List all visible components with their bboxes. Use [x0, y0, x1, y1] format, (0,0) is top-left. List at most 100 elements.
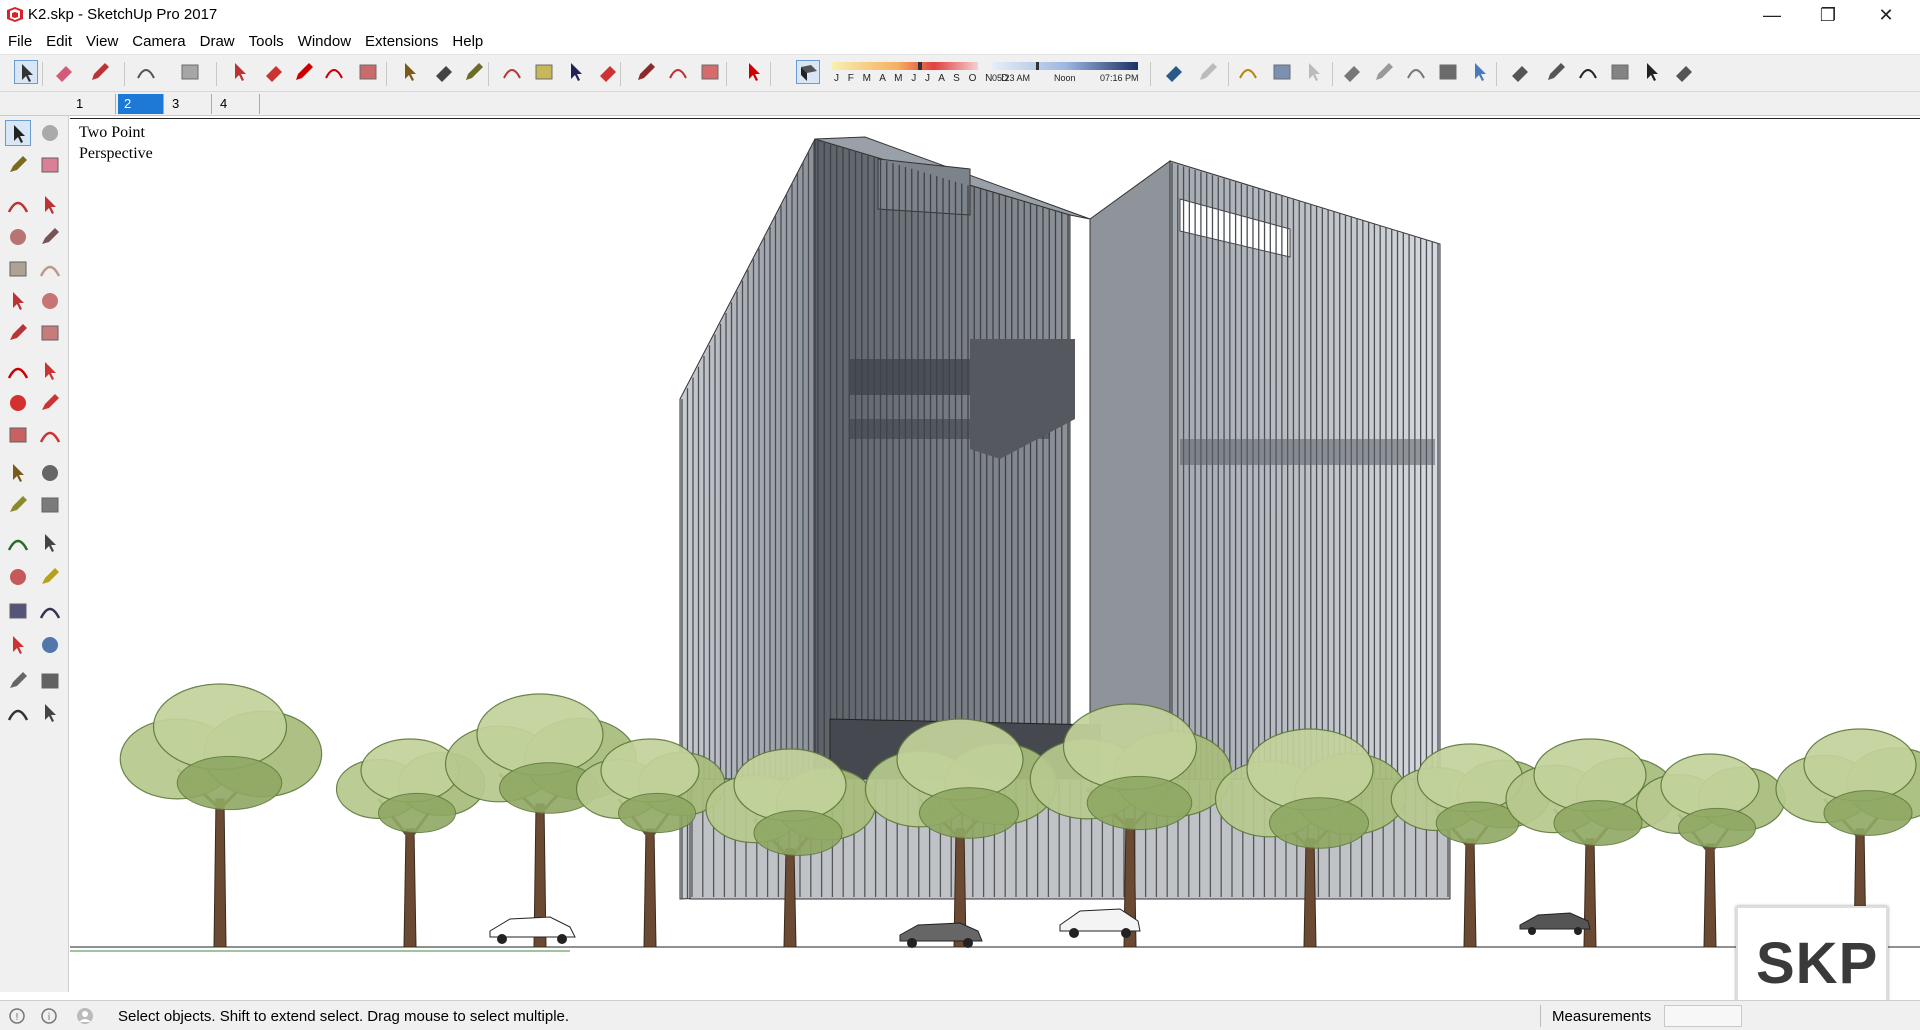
rotated-rectangle-icon[interactable]	[37, 224, 63, 250]
zoom-window-icon[interactable]	[37, 598, 63, 624]
3d-text-icon[interactable]	[37, 530, 63, 556]
axes-icon[interactable]	[5, 530, 31, 556]
top-view-icon[interactable]	[1544, 60, 1568, 84]
push-pull-icon[interactable]	[37, 358, 63, 384]
right-view-icon[interactable]	[1608, 60, 1632, 84]
pencil-icon[interactable]	[88, 60, 112, 84]
shadows-icon[interactable]	[1162, 60, 1186, 84]
freehand-icon[interactable]	[37, 192, 63, 218]
menu-help[interactable]: Help	[452, 33, 483, 50]
shaded-textures-icon[interactable]	[1436, 60, 1460, 84]
orbit-icon[interactable]	[500, 60, 524, 84]
follow-me-icon[interactable]	[37, 390, 63, 416]
protractor-icon[interactable]	[5, 492, 31, 518]
offset-icon[interactable]	[37, 422, 63, 448]
follow-me-icon[interactable]	[262, 60, 286, 84]
walk-icon[interactable]	[5, 700, 31, 726]
tape-measure-icon[interactable]	[398, 60, 422, 84]
rectangle-icon[interactable]	[178, 60, 202, 84]
zoom-extents-icon[interactable]	[596, 60, 620, 84]
rotate-icon[interactable]	[322, 60, 346, 84]
layout-icon[interactable]	[698, 60, 722, 84]
menu-window[interactable]: Window	[298, 33, 351, 50]
dimension-icon[interactable]	[37, 460, 63, 486]
two-point-arc-icon[interactable]	[37, 288, 63, 314]
scene-tab-2[interactable]: 2	[118, 94, 164, 114]
eraser-icon[interactable]	[52, 60, 76, 84]
measurements-input[interactable]	[1664, 1005, 1742, 1027]
polygon-icon[interactable]	[37, 256, 63, 282]
menu-tools[interactable]: Tools	[249, 33, 284, 50]
select-tool-icon[interactable]	[5, 120, 31, 146]
push-pull-icon[interactable]	[228, 60, 252, 84]
monochrome-icon[interactable]	[1468, 60, 1492, 84]
shaded-icon[interactable]	[1404, 60, 1428, 84]
line-icon[interactable]	[5, 192, 31, 218]
user-account-icon[interactable]	[76, 1007, 94, 1025]
extension-warehouse-icon[interactable]	[666, 60, 690, 84]
minimize-button[interactable]: —	[1744, 0, 1800, 30]
text-icon[interactable]	[432, 60, 456, 84]
ruby-icon[interactable]	[742, 60, 766, 84]
circle-icon[interactable]	[5, 256, 31, 282]
menu-view[interactable]: View	[86, 33, 118, 50]
menu-file[interactable]: File	[8, 33, 32, 50]
geo-location-icon[interactable]: !	[8, 1007, 26, 1025]
paint-bucket-icon[interactable]	[462, 60, 486, 84]
scene-tab-3[interactable]: 3	[166, 94, 212, 114]
zoom-extents-icon[interactable]	[5, 632, 31, 658]
wireframe-icon[interactable]	[1340, 60, 1364, 84]
back-view-icon[interactable]	[1640, 60, 1664, 84]
position-camera-icon[interactable]	[5, 668, 31, 694]
move-icon[interactable]	[292, 60, 316, 84]
previous-view-icon[interactable]	[37, 632, 63, 658]
section-plane-icon[interactable]	[37, 700, 63, 726]
scene-tab-4[interactable]: 4	[214, 94, 260, 114]
tape-measure-icon[interactable]	[5, 460, 31, 486]
back-edges-icon[interactable]	[1302, 60, 1326, 84]
select-icon[interactable]	[14, 60, 38, 84]
zoom-icon[interactable]	[564, 60, 588, 84]
maximize-button[interactable]: ❐	[1800, 0, 1856, 30]
toolbar-separator	[1496, 62, 1497, 86]
toolbar-separator	[488, 62, 489, 86]
left-view-icon[interactable]	[1672, 60, 1696, 84]
shadows-toggle-button[interactable]	[796, 60, 820, 84]
shadow-time-slider[interactable]	[992, 62, 1138, 70]
orbit-icon[interactable]	[5, 564, 31, 590]
section-plane-icon[interactable]	[1236, 60, 1260, 84]
warehouse-icon[interactable]	[634, 60, 658, 84]
three-point-arc-icon[interactable]	[37, 320, 63, 346]
menu-draw[interactable]: Draw	[200, 33, 235, 50]
move-icon[interactable]	[5, 358, 31, 384]
component-icon[interactable]	[37, 120, 63, 146]
front-view-icon[interactable]	[1576, 60, 1600, 84]
xray-icon[interactable]	[1270, 60, 1294, 84]
text-icon[interactable]	[37, 492, 63, 518]
look-around-icon[interactable]	[37, 668, 63, 694]
pie-icon[interactable]	[5, 320, 31, 346]
rectangle-icon[interactable]	[5, 224, 31, 250]
model-viewport[interactable]	[70, 118, 1920, 992]
scale-icon[interactable]	[5, 422, 31, 448]
arc-icon[interactable]	[134, 60, 158, 84]
menu-camera[interactable]: Camera	[132, 33, 185, 50]
eraser-icon[interactable]	[37, 152, 63, 178]
rotate-icon[interactable]	[5, 390, 31, 416]
scene-tab-1[interactable]: 1	[70, 94, 116, 114]
hidden-line-icon[interactable]	[1372, 60, 1396, 84]
pan-icon[interactable]	[532, 60, 556, 84]
close-button[interactable]: ✕	[1858, 0, 1914, 30]
menu-extensions[interactable]: Extensions	[365, 33, 438, 50]
scale-icon[interactable]	[356, 60, 380, 84]
credits-icon[interactable]: i	[40, 1007, 58, 1025]
pan-icon[interactable]	[37, 564, 63, 590]
iso-view-icon[interactable]	[1508, 60, 1532, 84]
zoom-icon[interactable]	[5, 598, 31, 624]
fog-icon[interactable]	[1196, 60, 1220, 84]
menu-edit[interactable]: Edit	[46, 33, 72, 50]
arc-icon[interactable]	[5, 288, 31, 314]
sketchup-logo-icon	[7, 7, 23, 22]
paint-bucket-icon[interactable]	[5, 152, 31, 178]
shadow-month-slider[interactable]	[832, 62, 978, 70]
